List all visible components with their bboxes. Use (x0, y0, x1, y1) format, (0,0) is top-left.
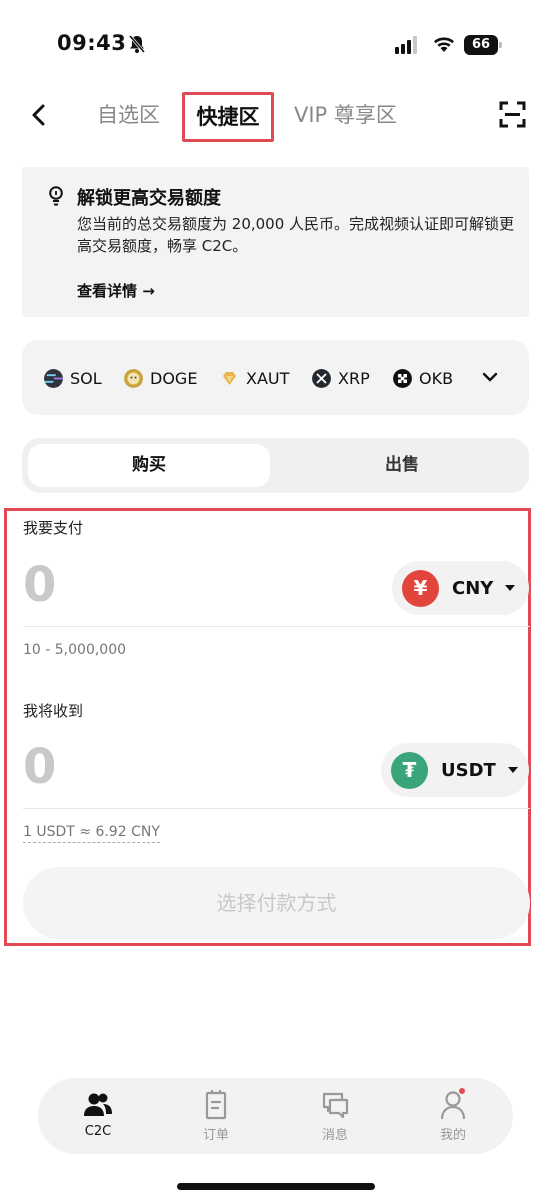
sell-tab[interactable]: 出售 (282, 444, 522, 487)
signal-icon (395, 36, 417, 54)
coin-selector: SOL DOGE XAUT XRP OKB (22, 340, 529, 415)
banner-description: 您当前的总交易额度为 20,000 人民币。完成视频认证即可解锁更高交易额度，畅… (77, 215, 515, 255)
nav-orders[interactable]: 订单 (176, 1090, 256, 1143)
xaut-icon (223, 371, 236, 385)
coin-doge[interactable]: DOGE (124, 367, 197, 389)
lightbulb-icon (49, 186, 63, 206)
divider (23, 626, 530, 627)
nav-label: C2C (84, 1124, 112, 1139)
coin-label: XRP (338, 368, 370, 388)
tab-favorites[interactable]: 自选区 (97, 100, 160, 130)
buy-tab[interactable]: 购买 (28, 444, 270, 487)
battery-indicator: 66 (464, 35, 502, 55)
trade-panel: 我要支付 0 ¥ CNY 10 - 5,000,000 我将收到 0 ₮ USD… (4, 508, 531, 946)
coin-sol[interactable]: SOL (44, 367, 102, 389)
receive-amount-input[interactable]: 0 (23, 739, 56, 795)
cny-icon: ¥ (402, 569, 439, 607)
back-arrow-icon[interactable] (28, 102, 50, 128)
pay-range: 10 - 5,000,000 (23, 642, 127, 658)
bell-muted-icon (128, 35, 146, 53)
top-nav: 自选区 快捷区 VIP 尊享区 (0, 88, 551, 144)
scan-icon[interactable] (499, 101, 526, 128)
battery-tip (499, 42, 502, 48)
pay-amount-input[interactable]: 0 (23, 557, 56, 613)
okb-icon (393, 368, 412, 388)
nav-c2c[interactable]: C2C (58, 1090, 138, 1139)
limit-banner: 解锁更高交易额度 您当前的总交易额度为 20,000 人民币。完成视频认证即可解… (22, 167, 529, 317)
coin-label: SOL (70, 368, 102, 388)
view-details-link[interactable]: 查看详情 → (77, 280, 155, 301)
nav-messages[interactable]: 消息 (295, 1090, 375, 1143)
doge-icon (124, 368, 143, 388)
nav-label: 我的 (439, 1128, 466, 1143)
nav-label: 订单 (202, 1128, 229, 1143)
pay-label: 我要支付 (23, 519, 84, 537)
notification-dot (459, 1088, 465, 1094)
chevron-down-icon[interactable] (482, 369, 498, 385)
status-bar: 09:43 66 (0, 0, 551, 90)
exchange-rate[interactable]: 1 USDT ≈ 6.92 CNY (23, 824, 160, 843)
users-icon (84, 1093, 112, 1116)
nav-profile[interactable]: 我的 (413, 1088, 493, 1143)
receive-currency-selector[interactable]: ₮ USDT (381, 743, 529, 797)
tab-vip[interactable]: VIP 尊享区 (294, 100, 397, 130)
coin-xaut[interactable]: XAUT (220, 367, 289, 389)
clipboard-icon (205, 1090, 227, 1120)
coin-xrp[interactable]: XRP (312, 367, 370, 389)
caret-down-icon (505, 585, 516, 591)
xrp-icon (312, 368, 331, 388)
coin-label: OKB (419, 368, 454, 388)
status-time: 09:43 (57, 31, 127, 55)
chat-icon (322, 1092, 349, 1119)
sol-icon (44, 368, 63, 388)
home-indicator (177, 1183, 375, 1190)
trade-mode-toggle: 购买 出售 (22, 438, 529, 493)
pay-currency-code: CNY (452, 577, 494, 599)
divider (23, 808, 530, 809)
coin-label: XAUT (246, 368, 290, 388)
caret-down-icon (507, 767, 518, 773)
receive-label: 我将收到 (23, 702, 84, 720)
usdt-icon: ₮ (391, 751, 428, 789)
wifi-icon (434, 37, 454, 52)
user-icon (440, 1091, 466, 1120)
nav-label: 消息 (321, 1128, 348, 1143)
banner-title: 解锁更高交易额度 (77, 188, 221, 209)
receive-currency-code: USDT (441, 759, 496, 781)
pay-currency-selector[interactable]: ¥ CNY (392, 561, 529, 615)
bottom-nav: C2C 订单 消息 我的 (38, 1078, 513, 1154)
tab-quick[interactable]: 快捷区 (182, 92, 274, 142)
select-payment-method-button[interactable]: 选择付款方式 (23, 867, 530, 939)
coin-okb[interactable]: OKB (393, 367, 453, 389)
coin-label: DOGE (150, 368, 198, 388)
battery-level: 66 (464, 35, 498, 55)
